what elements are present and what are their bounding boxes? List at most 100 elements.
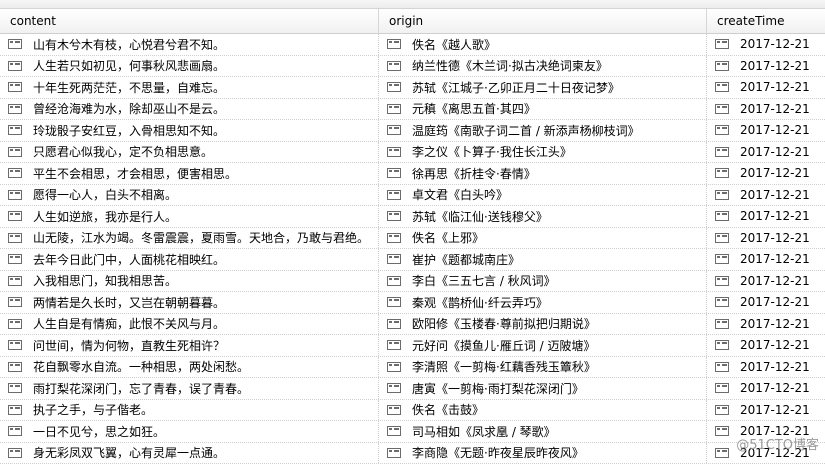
table-row[interactable]: 曾经沧海难为水，除却巫山不是云。元稹《离思五首·其四》2017-12-21 (0, 99, 825, 121)
cell-createtime[interactable]: 2017-12-21 (707, 292, 825, 313)
cell-origin[interactable]: 司马相如《凤求凰 / 琴歌》 (379, 421, 707, 442)
watermark: @51CTO博客 (736, 434, 819, 453)
grid-header: content origin createTime (0, 9, 825, 34)
cell-origin[interactable]: 卓文君《白头吟》 (379, 185, 707, 206)
cell-content[interactable]: 只愿君心似我心，定不负相思意。 (0, 142, 379, 163)
text-field-icon (387, 211, 401, 221)
cell-content[interactable]: 身无彩凤双飞翼，心有灵犀一点通。 (0, 443, 379, 464)
cell-content[interactable]: 花自飘零水自流。一种相思，两处闲愁。 (0, 357, 379, 378)
text-field-icon (387, 190, 401, 200)
cell-content[interactable]: 曾经沧海难为水，除却巫山不是云。 (0, 99, 379, 120)
cell-createtime[interactable]: 2017-12-21 (707, 400, 825, 421)
cell-origin[interactable]: 李白《三五七言 / 秋风词》 (379, 271, 707, 292)
text-field-icon (387, 426, 401, 436)
cell-content[interactable]: 平生不会相思，才会相思，便害相思。 (0, 163, 379, 184)
column-header-content[interactable]: content (0, 9, 379, 33)
cell-createtime[interactable]: 2017-12-21 (707, 163, 825, 184)
cell-origin[interactable]: 李清照《一剪梅·红藕香残玉簟秋》 (379, 357, 707, 378)
cell-origin[interactable]: 元好问《摸鱼儿·雁丘词 / 迈陂塘》 (379, 335, 707, 356)
cell-createtime[interactable]: 2017-12-21 (707, 228, 825, 249)
cell-createtime[interactable]: 2017-12-21 (707, 185, 825, 206)
cell-createtime[interactable]: 2017-12-21 (707, 357, 825, 378)
table-row[interactable]: 平生不会相思，才会相思，便害相思。徐再思《折桂令·春情》2017-12-21 (0, 163, 825, 185)
cell-value: 佚名《击鼓》 (412, 401, 484, 418)
text-field-icon (715, 448, 729, 458)
cell-origin[interactable]: 佚名《越人歌》 (379, 34, 707, 55)
cell-createtime[interactable]: 2017-12-21 (707, 335, 825, 356)
cell-content[interactable]: 人生若只如初见，何事秋风悲画扇。 (0, 56, 379, 77)
column-header-createtime[interactable]: createTime (707, 9, 825, 33)
cell-origin[interactable]: 欧阳修《玉楼春·尊前拟把归期说》 (379, 314, 707, 335)
column-header-origin[interactable]: origin (379, 9, 707, 33)
cell-createtime[interactable]: 2017-12-21 (707, 120, 825, 141)
text-field-icon (8, 276, 22, 286)
cell-value: 2017-12-21 (740, 123, 810, 137)
cell-createtime[interactable]: 2017-12-21 (707, 271, 825, 292)
table-row[interactable]: 只愿君心似我心，定不负相思意。李之仪《卜算子·我住长江头》2017-12-21 (0, 142, 825, 164)
cell-content[interactable]: 玲珑骰子安红豆，入骨相思知不知。 (0, 120, 379, 141)
cell-value: 2017-12-21 (740, 317, 810, 331)
cell-createtime[interactable]: 2017-12-21 (707, 56, 825, 77)
cell-value: 2017-12-21 (740, 338, 810, 352)
cell-content[interactable]: 雨打梨花深闭门，忘了青春，误了青春。 (0, 378, 379, 399)
table-row[interactable]: 人生如逆旅，我亦是行人。苏轼《临江仙·送钱穆父》2017-12-21 (0, 206, 825, 228)
cell-origin[interactable]: 李之仪《卜算子·我住长江头》 (379, 142, 707, 163)
table-row[interactable]: 山无陵，江水为竭。冬雷震震，夏雨雪。天地合，乃敢与君绝。佚名《上邪》 2017-1… (0, 228, 825, 250)
table-row[interactable]: 人生若只如初见，何事秋风悲画扇。纳兰性德《木兰词·拟古决绝词柬友》2017-12… (0, 56, 825, 78)
cell-createtime[interactable]: 2017-12-21 (707, 378, 825, 399)
cell-origin[interactable]: 纳兰性德《木兰词·拟古决绝词柬友》 (379, 56, 707, 77)
cell-content[interactable]: 山有木兮木有枝，心悦君兮君不知。 (0, 34, 379, 55)
cell-origin[interactable]: 崔护《题都城南庄》 (379, 249, 707, 270)
table-row[interactable]: 十年生死两茫茫，不思量，自难忘。苏轼《江城子·乙卯正月二十日夜记梦》2017-1… (0, 77, 825, 99)
cell-origin[interactable]: 李商隐《无题·昨夜星辰昨夜风》 (379, 443, 707, 464)
cell-content[interactable]: 入我相思门，知我相思苦。 (0, 271, 379, 292)
table-row[interactable]: 雨打梨花深闭门，忘了青春，误了青春。唐寅《一剪梅·雨打梨花深闭门》2017-12… (0, 378, 825, 400)
cell-createtime[interactable]: 2017-12-21 (707, 206, 825, 227)
table-row[interactable]: 愿得一心人，白头不相离。卓文君《白头吟》 2017-12-21 (0, 185, 825, 207)
text-field-icon (8, 362, 22, 372)
cell-createtime[interactable]: 2017-12-21 (707, 142, 825, 163)
cell-value: 2017-12-21 (740, 188, 810, 202)
cell-content[interactable]: 去年今日此门中，人面桃花相映红。 (0, 249, 379, 270)
table-row[interactable]: 问世间，情为何物，直教生死相许？元好问《摸鱼儿·雁丘词 / 迈陂塘》 2017-1… (0, 335, 825, 357)
cell-content[interactable]: 两情若是久长时，又岂在朝朝暮暮。 (0, 292, 379, 313)
table-row[interactable]: 人生自是有情痴，此恨不关风与月。欧阳修《玉楼春·尊前拟把归期说》 2017-12-… (0, 314, 825, 336)
cell-value: 2017-12-21 (740, 231, 810, 245)
table-row[interactable]: 执子之手，与子偕老。 佚名《击鼓》 2017-12-21 (0, 400, 825, 422)
cell-content[interactable]: 执子之手，与子偕老。 (0, 400, 379, 421)
cell-createtime[interactable]: 2017-12-21 (707, 249, 825, 270)
cell-createtime[interactable]: 2017-12-21 (707, 34, 825, 55)
cell-origin[interactable]: 唐寅《一剪梅·雨打梨花深闭门》 (379, 378, 707, 399)
text-field-icon (715, 147, 729, 157)
cell-origin[interactable]: 苏轼《临江仙·送钱穆父》 (379, 206, 707, 227)
cell-createtime[interactable]: 2017-12-21 (707, 99, 825, 120)
table-row[interactable]: 入我相思门，知我相思苦。李白《三五七言 / 秋风词》2017-12-21 (0, 271, 825, 293)
table-row[interactable]: 玲珑骰子安红豆，入骨相思知不知。温庭筠《南歌子词二首 / 新添声杨柳枝词》 201… (0, 120, 825, 142)
data-grid: content origin createTime 山有木兮木有枝，心悦君兮君不… (0, 0, 825, 464)
table-row[interactable]: 去年今日此门中，人面桃花相映红。崔护《题都城南庄》2017-12-21 (0, 249, 825, 271)
table-row[interactable]: 两情若是久长时，又岂在朝朝暮暮。秦观《鹊桥仙·纤云弄巧》2017-12-21 (0, 292, 825, 314)
table-row[interactable]: 一日不见兮，思之如狂。司马相如《凤求凰 / 琴歌》2017-12-21 (0, 421, 825, 443)
cell-content[interactable]: 人生自是有情痴，此恨不关风与月。 (0, 314, 379, 335)
cell-value: 司马相如《凤求凰 / 琴歌》 (412, 423, 556, 440)
cell-content[interactable]: 愿得一心人，白头不相离。 (0, 185, 379, 206)
table-row[interactable]: 山有木兮木有枝，心悦君兮君不知。佚名《越人歌》2017-12-21 (0, 34, 825, 56)
cell-origin[interactable]: 佚名《上邪》 (379, 228, 707, 249)
cell-origin[interactable]: 温庭筠《南歌子词二首 / 新添声杨柳枝词》 (379, 120, 707, 141)
cell-origin[interactable]: 苏轼《江城子·乙卯正月二十日夜记梦》 (379, 77, 707, 98)
cell-origin[interactable]: 秦观《鹊桥仙·纤云弄巧》 (379, 292, 707, 313)
text-field-icon (387, 340, 401, 350)
cell-content[interactable]: 一日不见兮，思之如狂。 (0, 421, 379, 442)
table-row[interactable]: 花自飘零水自流。一种相思，两处闲愁。李清照《一剪梅·红藕香残玉簟秋》2017-1… (0, 357, 825, 379)
cell-origin[interactable]: 元稹《离思五首·其四》 (379, 99, 707, 120)
cell-content[interactable]: 十年生死两茫茫，不思量，自难忘。 (0, 77, 379, 98)
text-field-icon (387, 147, 401, 157)
cell-content[interactable]: 问世间，情为何物，直教生死相许？ (0, 335, 379, 356)
cell-createtime[interactable]: 2017-12-21 (707, 314, 825, 335)
cell-content[interactable]: 山无陵，江水为竭。冬雷震震，夏雨雪。天地合，乃敢与君绝。 (0, 228, 379, 249)
cell-origin[interactable]: 佚名《击鼓》 (379, 400, 707, 421)
table-row[interactable]: 身无彩凤双飞翼，心有灵犀一点通。李商隐《无题·昨夜星辰昨夜风》2017-12-2… (0, 443, 825, 464)
cell-origin[interactable]: 徐再思《折桂令·春情》 (379, 163, 707, 184)
cell-content[interactable]: 人生如逆旅，我亦是行人。 (0, 206, 379, 227)
cell-createtime[interactable]: 2017-12-21 (707, 77, 825, 98)
